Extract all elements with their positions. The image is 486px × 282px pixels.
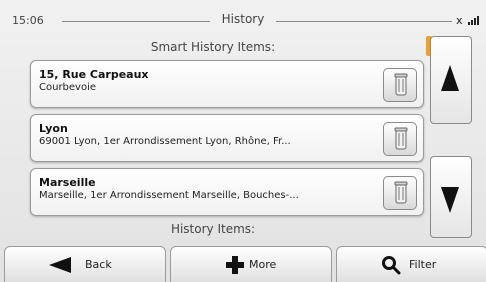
arrow-left-icon xyxy=(49,257,71,273)
signal-icon: x xyxy=(456,14,479,27)
delete-button[interactable] xyxy=(383,176,417,210)
history-item[interactable]: Lyon 69001 Lyon, 1er Arrondissement Lyon… xyxy=(30,114,424,162)
status-icons: x xyxy=(456,12,480,27)
bottom-toolbar: Back More Filter xyxy=(0,246,486,282)
history-item[interactable]: Marseille Marseille, 1er Arrondissement … xyxy=(30,168,424,216)
history-item-subtitle: 69001 Lyon, 1er Arrondissement Lyon, Rhô… xyxy=(39,136,291,147)
plus-icon xyxy=(226,256,244,274)
delete-button[interactable] xyxy=(383,68,417,102)
back-button[interactable]: Back xyxy=(4,246,166,282)
magnifier-icon xyxy=(382,256,401,275)
history-item-title: 15, Rue Carpeaux xyxy=(39,68,149,81)
filter-button[interactable]: Filter xyxy=(336,246,486,282)
history-item-title: Marseille xyxy=(39,176,96,189)
svg-text:x: x xyxy=(456,14,463,27)
back-button-label: Back xyxy=(85,258,112,271)
history-item-subtitle: Marseille, 1er Arrondissement Marseille,… xyxy=(39,190,299,201)
scroll-up-button[interactable] xyxy=(430,36,472,124)
smart-history-heading: Smart History Items: xyxy=(150,40,276,54)
more-button[interactable]: More xyxy=(170,246,332,282)
scroll-down-button[interactable] xyxy=(430,156,472,238)
clock-time: 15:06 xyxy=(12,14,44,27)
triangle-down-icon xyxy=(441,187,459,213)
more-button-label: More xyxy=(249,258,277,271)
triangle-up-icon xyxy=(441,65,459,91)
history-item-subtitle: Courbevoie xyxy=(39,82,97,93)
history-items-heading: History Items: xyxy=(170,222,256,236)
trash-icon xyxy=(394,181,408,204)
history-item-title: Lyon xyxy=(39,122,68,135)
filter-button-label: Filter xyxy=(409,258,437,271)
trash-icon xyxy=(394,127,408,150)
title-rule-left xyxy=(62,21,210,22)
trash-icon xyxy=(394,73,408,96)
page-title: History xyxy=(221,12,265,26)
title-rule-right xyxy=(276,21,452,22)
delete-button[interactable] xyxy=(383,122,417,156)
history-item[interactable]: 15, Rue Carpeaux Courbevoie xyxy=(30,60,424,108)
top-bar: 15:06 History x xyxy=(0,0,486,34)
screen: 15:06 History x Smart History Items: 15,… xyxy=(0,0,486,282)
